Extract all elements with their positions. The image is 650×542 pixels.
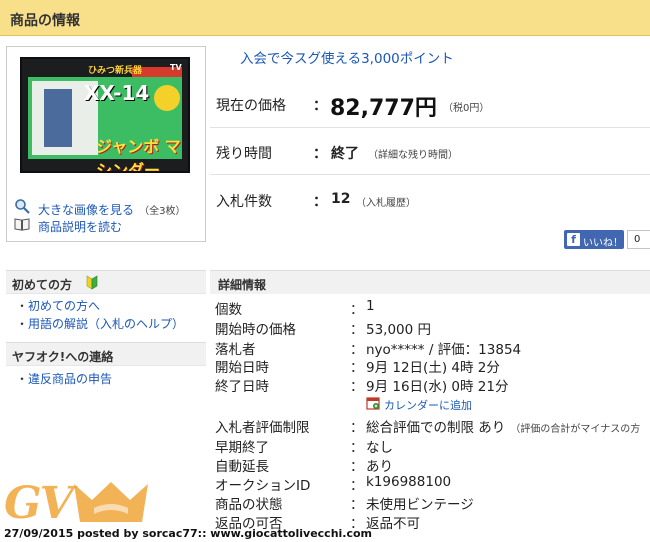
crown-icon	[74, 482, 148, 522]
detail-value-winner: nyo***** / 評価：13854	[366, 342, 522, 358]
facebook-icon: f	[567, 233, 580, 246]
time-left-colon: ：	[313, 146, 327, 162]
packaging-tv-text: TV	[170, 63, 182, 72]
packaging-sub-text: ジャンボ マシンダー	[96, 137, 181, 173]
current-price: 82,777円	[330, 96, 437, 121]
detail-colon: ：	[350, 478, 364, 494]
image-count: （全3枚）	[139, 206, 186, 217]
detail-label-early-end: 早期終了	[215, 440, 269, 456]
nav-beginners-header: 初めての方	[6, 270, 206, 294]
detail-colon: ：	[350, 360, 364, 376]
view-large-image-link[interactable]: 大きな画像を見る （全3枚）	[38, 199, 185, 218]
detail-value-quantity: 1	[366, 298, 375, 314]
beginner-mark-icon	[86, 275, 98, 290]
tax-note: （税0円）	[443, 103, 490, 114]
detail-colon: ：	[350, 342, 364, 358]
detail-value-bidder-rating-limit: 総合評価での制限 あり	[366, 420, 506, 436]
detail-label-start-price: 開始時の価格	[215, 322, 296, 338]
nav-item-glossary[interactable]: ・用語の解説（入札のヘルプ）	[16, 315, 184, 332]
detail-label-start-date: 開始日時	[215, 360, 269, 376]
detail-value-condition: 未使用ビンテージ	[366, 497, 474, 513]
detail-value-early-end: なし	[366, 440, 393, 456]
detail-label-quantity: 個数	[215, 302, 242, 318]
footer-credit: 27/09/2015 posted by sorcac77:: www.gioc…	[4, 527, 373, 540]
detail-value-auto-extend: あり	[366, 459, 393, 475]
time-left-value: 終了	[331, 146, 359, 162]
detail-value-returns: 返品不可	[366, 516, 420, 532]
like-count: 0	[627, 230, 650, 249]
detail-label-winner: 落札者	[215, 342, 256, 358]
book-icon	[14, 218, 30, 231]
price-colon: ：	[313, 98, 327, 114]
detail-label-auto-extend: 自動延長	[215, 459, 269, 475]
detail-value-start-date: 9月 12日(土) 4時 2分	[366, 360, 500, 376]
magnifier-icon	[15, 199, 30, 214]
section-title: 商品の情報	[10, 13, 80, 29]
gv-watermark-logo: GV	[4, 478, 74, 529]
details-header: 詳細情報	[210, 270, 650, 294]
nav-item-report-violation[interactable]: ・違反商品の申告	[16, 370, 112, 387]
rating-limit-note: （評価の合計がマイナスの方	[510, 424, 641, 435]
bids-label: 入札件数	[216, 194, 272, 210]
like-label: いいね！	[583, 238, 623, 249]
add-to-calendar-link[interactable]: カレンダーに追加	[384, 397, 472, 413]
detail-value-start-price: 53,000 円	[366, 322, 432, 338]
detail-label-condition: 商品の状態	[215, 497, 283, 513]
detail-colon: ：	[350, 459, 364, 475]
read-description-link[interactable]: 商品説明を読む	[38, 218, 122, 235]
detail-value-auction-id: k196988100	[366, 474, 452, 490]
section-header: 商品の情報	[0, 0, 650, 36]
calendar-icon	[366, 397, 380, 410]
detail-colon: ：	[350, 302, 364, 318]
divider	[210, 127, 650, 128]
divider	[210, 174, 650, 175]
detail-label-bidder-rating-limit[interactable]: 入札者評価制限	[215, 416, 310, 436]
bids-count: 12	[331, 191, 351, 207]
detailed-time-link[interactable]: （詳細な残り時間）	[368, 146, 458, 161]
detail-colon: ：	[350, 322, 364, 338]
nav-item-beginners-guide[interactable]: ・初めての方へ	[16, 297, 100, 314]
product-image[interactable]: ひみつ新兵器 XX-14 ジャンボ マシンダー TV	[20, 57, 190, 173]
price-label: 現在の価格	[216, 98, 286, 114]
nav-contact-header: ヤフオク!への連絡	[6, 342, 206, 366]
detail-label-auction-id: オークションID	[215, 478, 311, 494]
packaging-main-text: XX-14	[84, 81, 150, 105]
time-left-label: 残り時間	[216, 146, 272, 162]
detail-colon: ：	[350, 497, 364, 513]
detail-value-end-date: 9月 16日(水) 0時 21分	[366, 379, 509, 395]
detail-colon: ：	[350, 440, 364, 456]
bids-colon: ：	[313, 194, 327, 210]
bid-history-link[interactable]: （入札履歴）	[356, 194, 416, 209]
points-promo-link[interactable]: 入会で今スグ使える3,000ポイント	[240, 47, 454, 67]
facebook-like-button[interactable]: f いいね！	[564, 230, 624, 249]
packaging-top-text: ひみつ新兵器	[88, 66, 143, 76]
detail-colon: ：	[350, 420, 364, 436]
detail-label-end-date: 終了日時	[215, 379, 269, 395]
detail-colon: ：	[350, 379, 364, 395]
